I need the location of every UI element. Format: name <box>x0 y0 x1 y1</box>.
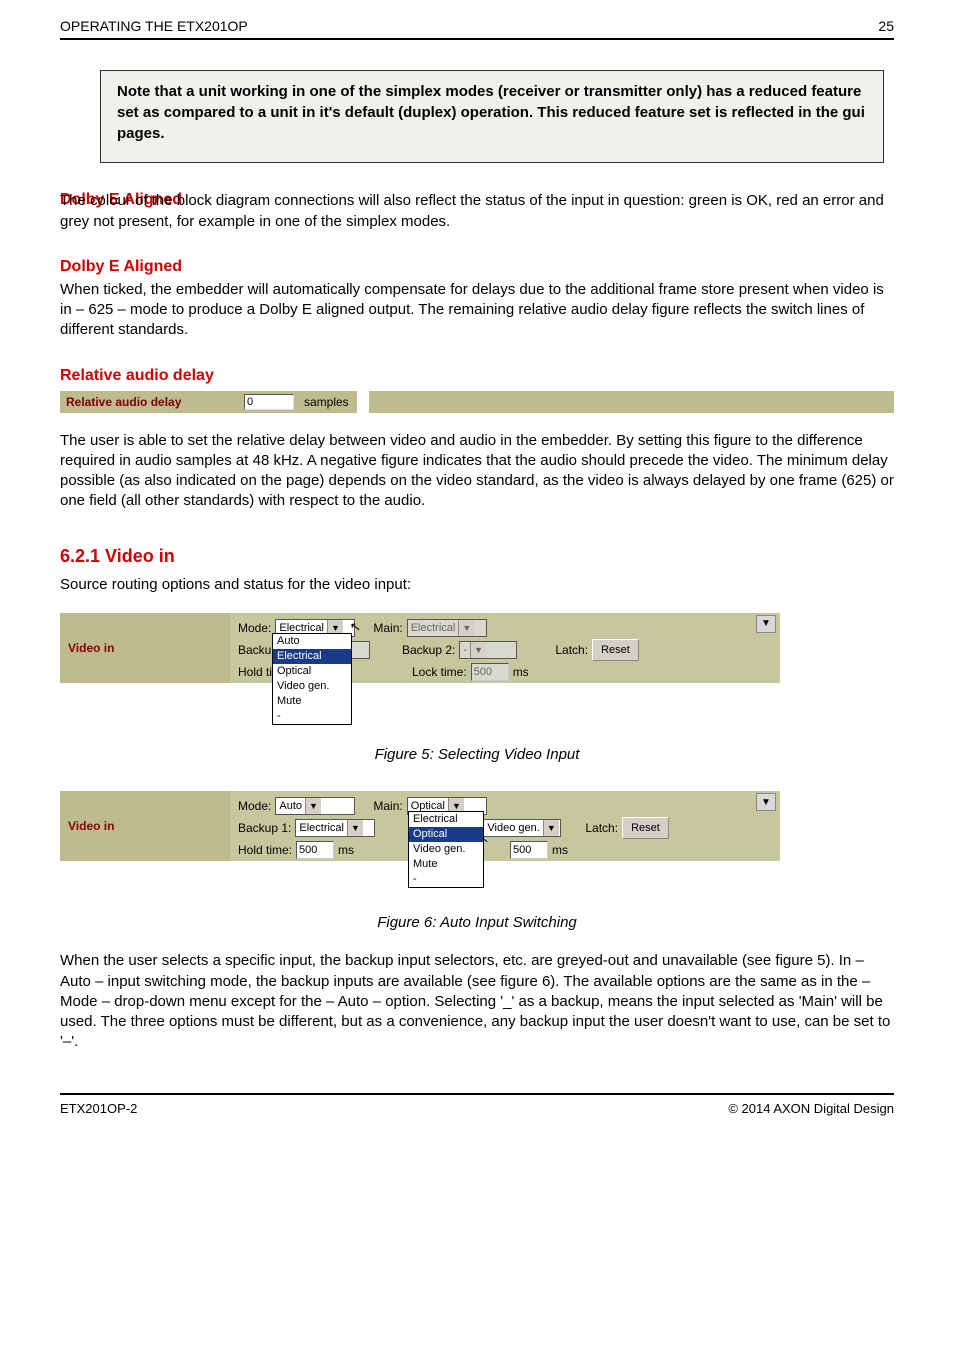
note-box: Note that a unit working in one of the s… <box>100 70 884 163</box>
figure6-caption: Figure 6: Auto Input Switching <box>60 913 894 933</box>
locktime-input-fig5 <box>471 663 509 681</box>
holdtime-input-fig6[interactable] <box>296 841 334 859</box>
main-dropdown-open-fig6[interactable]: Electrical Optical Video gen. Mute - <box>408 811 484 888</box>
mode-opt-auto[interactable]: Auto <box>273 634 351 649</box>
ms-unit4: ms <box>552 843 568 857</box>
main-opt-videogen[interactable]: Video gen. <box>409 842 483 857</box>
dolbye-heading2: Dolby E Aligned <box>60 258 894 276</box>
main-select-fig5: Electrical▼ <box>407 619 487 637</box>
footer-left: ETX201OP-2 <box>60 1101 137 1116</box>
figure5-caption: Figure 5: Selecting Video Input <box>60 745 894 765</box>
mode-label6: Mode: <box>238 799 271 813</box>
relative-audio-delay-strip: Relative audio delay samples <box>60 391 894 413</box>
figure5-panel: Video in ▼ Mode: Electrical▼ Main: Elect… <box>60 613 780 683</box>
ms-unit2: ms <box>513 665 529 679</box>
mode-select-fig6[interactable]: Auto▼ <box>275 797 355 815</box>
mode-opt-mute[interactable]: Mute <box>273 694 351 709</box>
block-diagram-paragraph: The colour of the block diagram connecti… <box>60 191 894 232</box>
backup1-select-fig6[interactable]: Electrical▼ <box>295 819 375 837</box>
reset-button-fig6[interactable]: Reset <box>622 817 669 839</box>
page-number: 25 <box>878 18 894 34</box>
latch-label: Latch: <box>555 643 588 657</box>
expand-button-fig5[interactable]: ▼ <box>756 615 776 633</box>
mode-opt-dash[interactable]: - <box>273 709 351 724</box>
latch-label6: Latch: <box>585 821 618 835</box>
relad-heading: Relative audio delay <box>60 367 894 385</box>
locktime-input-fig6[interactable] <box>510 841 548 859</box>
main-opt-mute[interactable]: Mute <box>409 857 483 872</box>
ms-unit3: ms <box>338 843 354 857</box>
videoin-label-fig6: Video in <box>60 791 230 861</box>
relad-unit: samples <box>294 395 349 409</box>
videoin-label-fig5: Video in <box>60 613 230 683</box>
mode-opt-optical[interactable]: Optical <box>273 664 351 679</box>
main-opt-electrical[interactable]: Electrical <box>409 812 483 827</box>
expand-button-fig6[interactable]: ▼ <box>756 793 776 811</box>
closing-paragraph: When the user selects a specific input, … <box>60 951 894 1052</box>
figure6-panel: Video in ▼ Mode: Auto▼ Main: Optical▼ Ba… <box>60 791 780 861</box>
main-opt-optical[interactable]: Optical <box>409 827 483 842</box>
relad-strip-label: Relative audio delay <box>60 391 236 413</box>
holdtime-label6: Hold time: <box>238 843 292 857</box>
main-label6: Main: <box>373 799 402 813</box>
relad-paragraph: The user is able to set the relative del… <box>60 431 894 512</box>
dolbye-paragraph: When ticked, the embedder will automatic… <box>60 280 894 341</box>
backup2-select-fig6[interactable]: Video gen.▼ <box>483 819 561 837</box>
footer-right: © 2014 AXON Digital Design <box>728 1101 894 1116</box>
backup2-label: Backup 2: <box>402 643 455 657</box>
page-header-left: OPERATING THE ETX201OP <box>60 18 248 34</box>
mode-opt-videogen[interactable]: Video gen. <box>273 679 351 694</box>
main-label: Main: <box>373 621 402 635</box>
mode-opt-electrical[interactable]: Electrical <box>273 649 351 664</box>
reset-button-fig5[interactable]: Reset <box>592 639 639 661</box>
mode-label: Mode: <box>238 621 271 635</box>
backup1-label6: Backup 1: <box>238 821 291 835</box>
section-intro: Source routing options and status for th… <box>60 575 894 595</box>
main-opt-dash[interactable]: - <box>409 872 483 887</box>
section-6-2-1-heading: 6.2.1 Video in <box>60 546 894 567</box>
backup2-select-fig5: -▼ <box>459 641 517 659</box>
mode-dropdown-open-fig5[interactable]: Auto Electrical Optical Video gen. Mute … <box>272 633 352 725</box>
locktime-label: Lock time: <box>412 665 467 679</box>
relad-value-input[interactable] <box>244 394 294 410</box>
